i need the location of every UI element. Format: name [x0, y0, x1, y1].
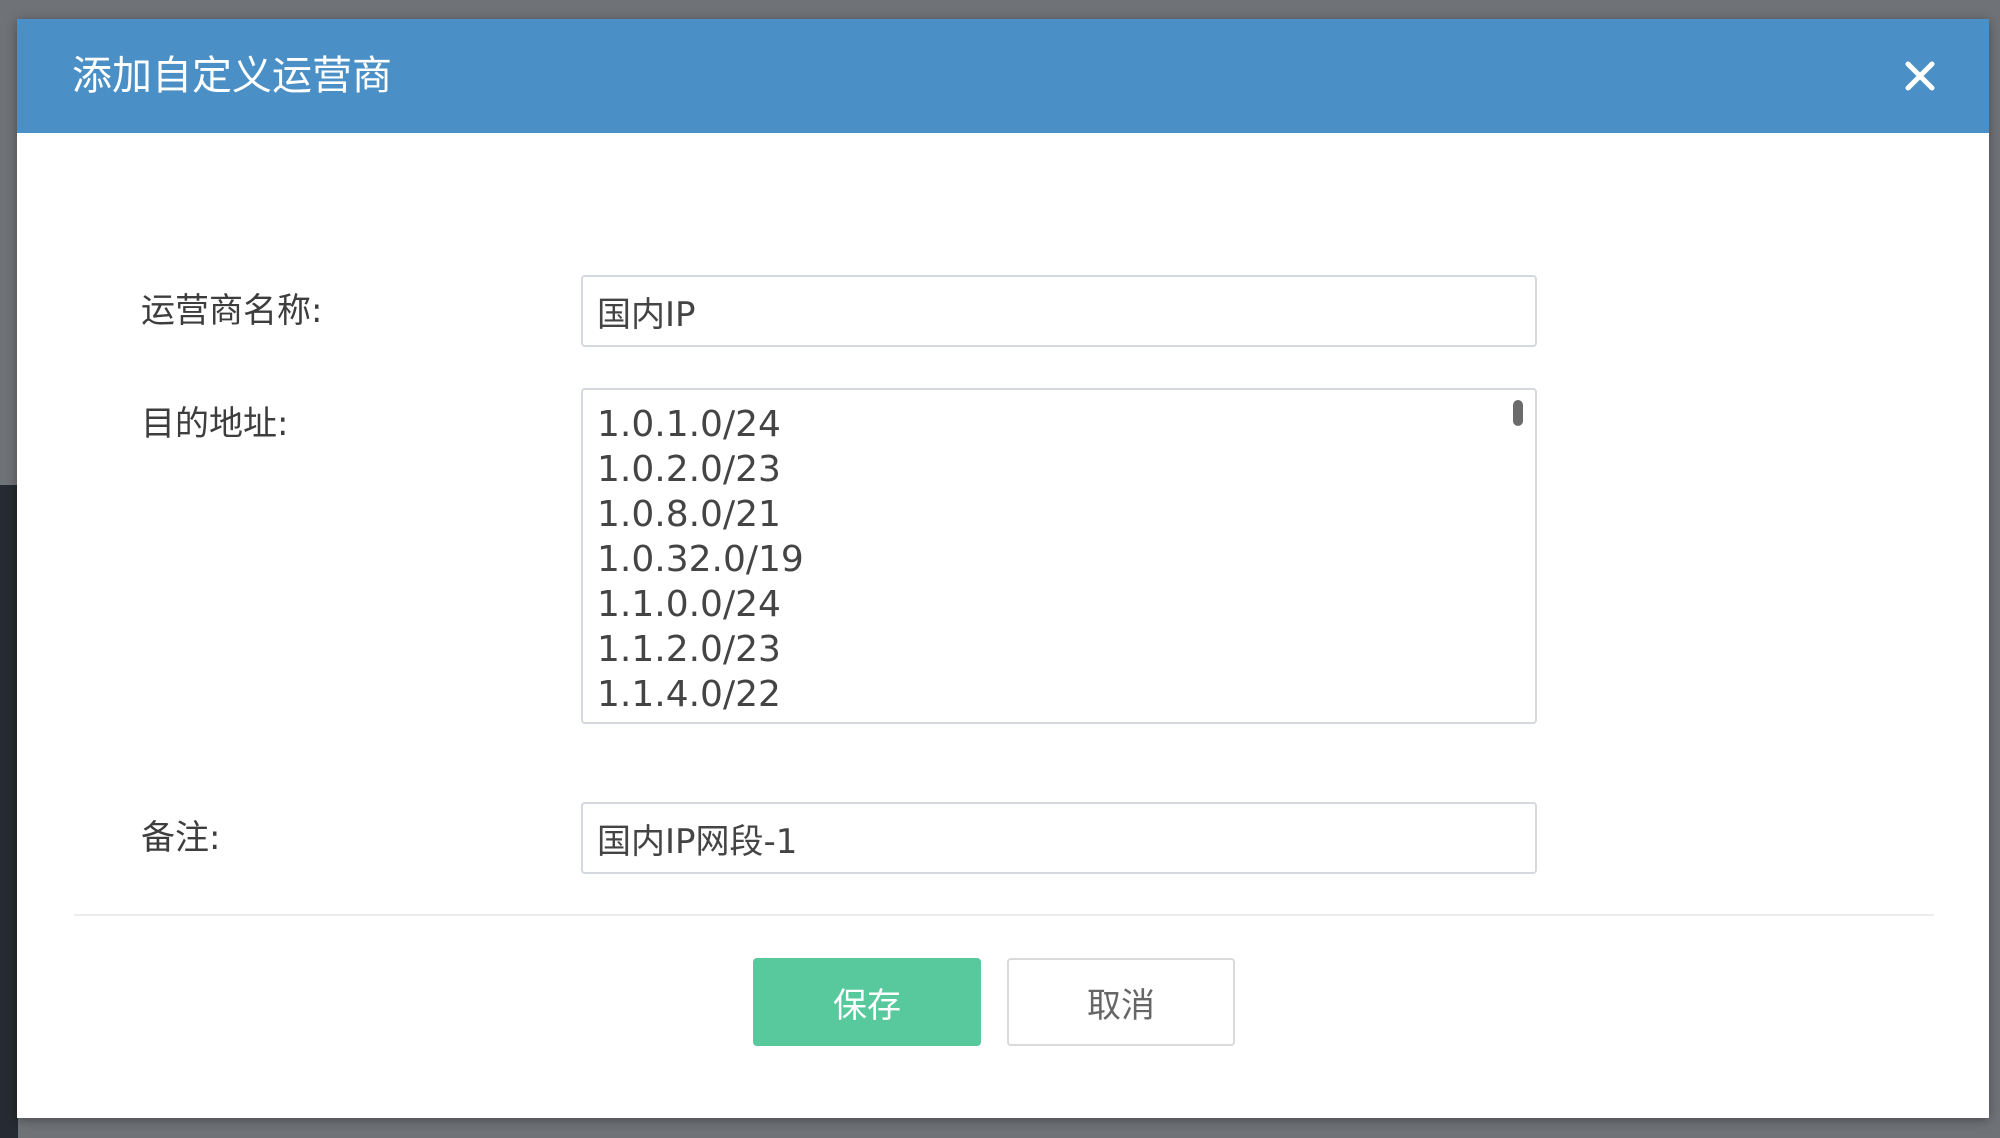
destination-line: 1.1.0.0/24 — [597, 584, 781, 625]
destination-line: 1.1.2.0/23 — [597, 629, 781, 670]
close-icon — [1905, 61, 1935, 91]
cancel-button[interactable]: 取消 — [1007, 958, 1235, 1046]
carrier-name-input[interactable] — [581, 275, 1537, 347]
destination-line: 1.0.1.0/24 — [597, 404, 781, 445]
remark-input[interactable] — [581, 802, 1537, 874]
scrollbar-thumb[interactable] — [1513, 400, 1523, 426]
close-button[interactable] — [1893, 49, 1947, 103]
remark-label: 备注: — [141, 818, 221, 858]
destination-line: 1.0.2.0/23 — [597, 449, 781, 490]
destination-line: 1.1.4.0/22 — [597, 674, 781, 715]
add-custom-carrier-dialog: 添加自定义运营商 运营商名称: 目的地址: 1.0.1.0/24 1.0.2.0… — [17, 19, 1989, 1118]
destination-label: 目的地址: — [141, 404, 289, 444]
save-button[interactable]: 保存 — [753, 958, 981, 1046]
destination-line: 1.0.8.0/21 — [597, 494, 781, 535]
footer-divider — [74, 914, 1934, 916]
destination-list: 1.0.1.0/24 1.0.2.0/23 1.0.8.0/21 1.0.32.… — [597, 402, 804, 717]
dialog-title: 添加自定义运营商 — [72, 53, 392, 99]
background-page — [0, 485, 18, 1138]
destination-textarea[interactable]: 1.0.1.0/24 1.0.2.0/23 1.0.8.0/21 1.0.32.… — [581, 388, 1537, 724]
carrier-name-label: 运营商名称: — [141, 291, 323, 331]
destination-line: 1.0.32.0/19 — [597, 539, 804, 580]
dialog-header: 添加自定义运营商 — [17, 19, 1989, 133]
